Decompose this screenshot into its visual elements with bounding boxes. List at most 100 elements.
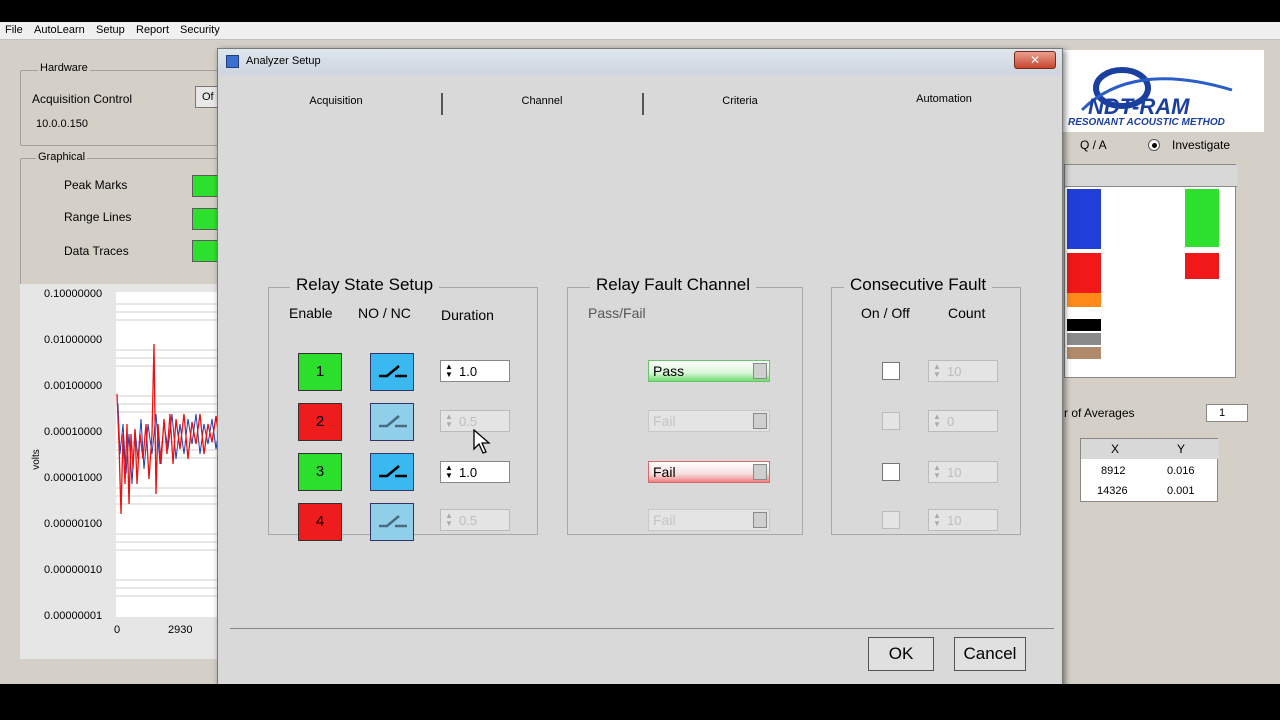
relay-4-enable-button[interactable]: 4	[298, 503, 342, 541]
relay-4-duration-value: 0.5	[459, 513, 478, 528]
passfail-header: Pass/Fail	[588, 305, 646, 321]
spectrum-plot: 0.10000000 0.01000000 0.00100000 0.00010…	[20, 284, 221, 659]
relay-4-passfail-select[interactable]: Fail	[648, 509, 770, 531]
duration-header: Duration	[441, 307, 494, 323]
onoff-header: On / Off	[861, 305, 910, 321]
color-swatch-blue[interactable]	[1067, 189, 1101, 249]
spinner-arrows-icon[interactable]: ▲ ▼	[931, 512, 943, 528]
relay-3-enable-button[interactable]: 3	[298, 453, 342, 491]
x-tick-0: 0	[114, 624, 121, 636]
spinner-arrows-icon[interactable]: ▲ ▼	[443, 363, 455, 379]
menu-security[interactable]: Security	[180, 24, 220, 36]
desktop-screen: File AutoLearn Setup Report Security Har…	[0, 22, 1280, 684]
relay-3-count-spinner[interactable]: ▲ ▼ 10	[928, 461, 998, 483]
xy-row-1-y: 0.001	[1167, 485, 1195, 497]
y-tick-2: 0.00100000	[44, 380, 103, 392]
relay-1-consecutive-checkbox[interactable]	[882, 362, 900, 380]
relay-2-consecutive-checkbox[interactable]	[882, 412, 900, 430]
spinner-arrows-icon[interactable]: ▲ ▼	[443, 464, 455, 480]
trace-flags-green[interactable]	[1185, 189, 1219, 247]
tab-automation[interactable]: Automation	[854, 93, 1034, 105]
relay-1-passfail-select[interactable]: Pass	[648, 360, 770, 382]
relay-2-passfail-select[interactable]: Fail	[648, 410, 770, 432]
relay-3-passfail-value: Fail	[653, 464, 676, 480]
close-button[interactable]: ✕	[1014, 51, 1056, 69]
close-icon: ✕	[1029, 53, 1041, 67]
relay-2-duration-value: 0.5	[459, 414, 478, 429]
hardware-group	[20, 70, 220, 146]
relay-2-count-spinner[interactable]: ▲ ▼ 0	[928, 410, 998, 432]
spinner-arrows-icon[interactable]: ▲ ▼	[443, 413, 455, 429]
relay-2-enable-button[interactable]: 2	[298, 403, 342, 441]
menu-autolearn[interactable]: AutoLearn	[34, 24, 85, 36]
analyzer-setup-dialog: Analyzer Setup ✕ Acquisition Channel Cri…	[217, 48, 1063, 684]
tab-acquisition[interactable]: Acquisition	[246, 95, 426, 107]
y-tick-4: 0.00001000	[44, 472, 103, 484]
switch-icon	[379, 515, 407, 528]
menu-file[interactable]: File	[5, 24, 23, 36]
y-tick-3: 0.00010000	[44, 426, 103, 438]
tab-criteria[interactable]: Criteria	[650, 95, 830, 107]
dropdown-handle-icon	[753, 363, 767, 379]
graphical-group-title: Graphical	[36, 151, 88, 163]
dropdown-handle-icon	[753, 512, 767, 528]
app-icon	[226, 55, 239, 68]
cancel-button[interactable]: Cancel	[954, 637, 1026, 671]
relay-1-duration-spinner[interactable]: ▲ ▼ 1.0	[440, 360, 510, 382]
y-axis-label: volts	[30, 449, 42, 470]
color-swatch-orange[interactable]	[1067, 293, 1101, 307]
relay-2-count-value: 0	[947, 414, 955, 429]
xy-table: X Y 8912 0.016 14326 0.001	[1080, 438, 1219, 502]
relay-3-count-value: 10	[947, 465, 962, 480]
averages-spinner[interactable]: 1	[1206, 404, 1248, 422]
averages-label: r of Averages	[1064, 406, 1135, 420]
trace-flags-red[interactable]	[1185, 253, 1219, 279]
nonc-header: NO / NC	[358, 305, 411, 321]
relay-3-consecutive-checkbox[interactable]	[882, 463, 900, 481]
dialog-titlebar[interactable]: Analyzer Setup ✕	[218, 49, 1062, 75]
dropdown-handle-icon	[753, 413, 767, 429]
tab-channel[interactable]: Channel	[452, 95, 632, 107]
relay-1-count-spinner[interactable]: ▲ ▼ 10	[928, 360, 998, 382]
investigate-radio[interactable]	[1148, 139, 1160, 151]
relay-1-nonc-button[interactable]	[370, 353, 414, 391]
ip-address-text: 10.0.0.150	[36, 118, 88, 130]
tab-separator	[642, 93, 644, 115]
relay-1-enable-button[interactable]: 1	[298, 353, 342, 391]
investigate-radio-dot	[1152, 143, 1157, 148]
relay-2-passfail-value: Fail	[653, 413, 676, 429]
color-swatch-black[interactable]	[1067, 319, 1101, 331]
color-swatch-brown[interactable]	[1067, 347, 1101, 359]
spinner-arrows-icon[interactable]: ▲ ▼	[931, 464, 943, 480]
relay-state-title: Relay State Setup	[290, 275, 440, 295]
relay-3-duration-value: 1.0	[459, 465, 478, 480]
relay-4-duration-spinner[interactable]: ▲ ▼ 0.5	[440, 509, 510, 531]
ok-button[interactable]: OK	[868, 637, 934, 671]
qa-label[interactable]: Q / A	[1080, 138, 1107, 152]
y-tick-1: 0.01000000	[44, 334, 103, 346]
spinner-arrows-icon[interactable]: ▲ ▼	[931, 363, 943, 379]
switch-icon	[379, 365, 407, 378]
color-swatch-gray[interactable]	[1067, 333, 1101, 345]
menu-setup[interactable]: Setup	[96, 24, 125, 36]
switch-icon	[379, 465, 407, 478]
mouse-cursor-icon	[473, 429, 491, 454]
range-lines-label: Range Lines	[64, 210, 132, 224]
relay-3-passfail-select[interactable]: Fail	[648, 461, 770, 483]
relay-3-duration-spinner[interactable]: ▲ ▼ 1.0	[440, 461, 510, 483]
relay-1-duration-value: 1.0	[459, 364, 478, 379]
menu-report[interactable]: Report	[136, 24, 169, 36]
relay-1-passfail-value: Pass	[653, 363, 685, 379]
color-swatch-red[interactable]	[1067, 253, 1101, 293]
xy-header-x: X	[1111, 442, 1120, 456]
relay-3-nonc-button[interactable]	[370, 453, 414, 491]
relay-2-nonc-button[interactable]	[370, 403, 414, 441]
spinner-arrows-icon[interactable]: ▲ ▼	[443, 512, 455, 528]
xy-header-y: Y	[1177, 442, 1186, 456]
relay-4-count-spinner[interactable]: ▲ ▼ 10	[928, 509, 998, 531]
spinner-arrows-icon[interactable]: ▲ ▼	[931, 413, 943, 429]
relay-4-consecutive-checkbox[interactable]	[882, 511, 900, 529]
data-traces-label: Data Traces	[64, 244, 129, 258]
relay-4-nonc-button[interactable]	[370, 503, 414, 541]
xy-table-header	[1081, 439, 1219, 459]
